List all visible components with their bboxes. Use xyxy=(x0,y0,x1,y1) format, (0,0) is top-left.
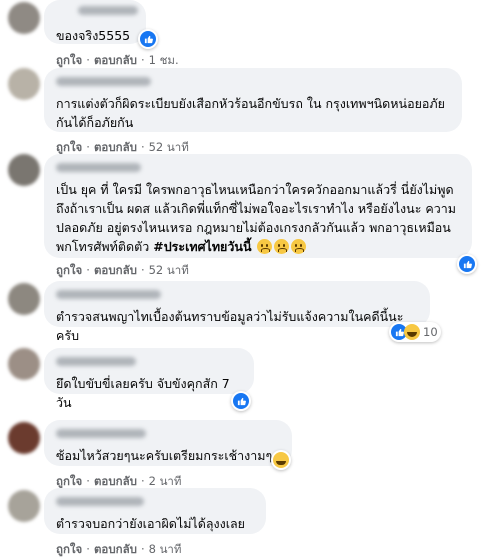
like-button[interactable]: ถูกใจ xyxy=(56,542,82,556)
reply-button[interactable]: ตอบกลับ xyxy=(94,53,137,67)
like-button[interactable]: ถูกใจ xyxy=(56,53,82,67)
reaction-badge[interactable]: 10 xyxy=(389,322,441,342)
comment-bubble: ตำรวจบอกว่ายังเอาผิดไม่ได้ลุงงเลย xyxy=(44,488,266,534)
grin-emoji-icon xyxy=(273,452,289,468)
comment-time[interactable]: 52 นาที xyxy=(149,140,189,154)
like-icon xyxy=(233,393,249,409)
comment-time[interactable]: 2 นาที xyxy=(149,474,182,488)
avatar[interactable] xyxy=(8,490,40,522)
avatar[interactable] xyxy=(8,154,40,186)
reply-button[interactable]: ตอบกลับ xyxy=(94,263,137,277)
comment-time[interactable]: 8 นาที xyxy=(149,542,182,556)
reply-button[interactable]: ตอบกลับ xyxy=(94,140,137,154)
sad-emoji-icon xyxy=(274,239,290,254)
reply-button[interactable]: ตอบกลับ xyxy=(94,542,137,556)
comment-time[interactable]: 1 ชม. xyxy=(149,53,179,67)
comment-text: ตำรวจสนพญาไทเบื้องต้นทราบข้อมูลว่าไม่รับ… xyxy=(56,309,404,343)
comment-text: เป็น ยุค ที่ ใครมี ใครพกอาวุธไหนเหนือกว่… xyxy=(56,182,457,254)
commenter-name[interactable] xyxy=(56,163,141,172)
comment-text: การแต่งตัวก็ผิดระเบียบยังเสือกหัวร้อนอีก… xyxy=(56,96,445,130)
commenter-name[interactable] xyxy=(56,290,161,299)
avatar[interactable] xyxy=(8,422,40,454)
comment-bubble: การแต่งตัวก็ผิดระเบียบยังเสือกหัวร้อนอีก… xyxy=(44,68,462,132)
comment-bubble: ซ้อมไหว้สวยๆนะครับเตรียมกระเช้างามๆ xyxy=(44,420,292,466)
sad-emoji-icon xyxy=(291,239,307,254)
avatar[interactable] xyxy=(8,2,40,34)
reaction-count: 10 xyxy=(423,325,438,339)
comment-actions: ถูกใจ · ตอบกลับ · 52 นาที xyxy=(56,263,189,277)
avatar[interactable] xyxy=(8,283,40,315)
comment-bubble: ของจริง5555 xyxy=(44,0,146,44)
reply-button[interactable]: ตอบกลับ xyxy=(94,474,137,488)
hashtag-link[interactable]: #ประเทศไทยวันนี้ xyxy=(153,239,251,254)
sad-emoji-icon xyxy=(257,239,273,254)
reaction-badge[interactable] xyxy=(457,254,477,274)
like-button[interactable]: ถูกใจ xyxy=(56,474,82,488)
commenter-name[interactable] xyxy=(56,77,151,86)
comment-text: ของจริง5555 xyxy=(56,28,131,43)
comment-bubble: เป็น ยุค ที่ ใครมี ใครพกอาวุธไหนเหนือกว่… xyxy=(44,154,472,258)
avatar[interactable] xyxy=(8,348,40,380)
avatar[interactable] xyxy=(8,68,40,100)
haha-icon xyxy=(404,324,420,340)
commenter-name[interactable] xyxy=(56,357,136,366)
commenter-name[interactable] xyxy=(56,497,144,506)
like-button[interactable]: ถูกใจ xyxy=(56,140,82,154)
comment-bubble: ตำรวจสนพญาไทเบื้องต้นทราบข้อมูลว่าไม่รับ… xyxy=(44,281,430,343)
reaction-badge[interactable] xyxy=(271,450,291,470)
comment-text: ยึดใบขับขี่เลยครับ จับขังคุกสัก 7 วัน xyxy=(56,376,230,410)
comment-actions: ถูกใจ · ตอบกลับ · 8 นาที xyxy=(56,542,182,556)
like-icon xyxy=(459,256,475,272)
like-button[interactable]: ถูกใจ xyxy=(56,263,82,277)
reaction-badge[interactable] xyxy=(138,29,158,49)
comment-text: ตำรวจบอกว่ายังเอาผิดไม่ได้ลุงงเลย xyxy=(56,516,245,531)
comment-text: ซ้อมไหว้สวยๆนะครับเตรียมกระเช้างามๆ xyxy=(56,448,273,463)
commenter-name[interactable] xyxy=(78,6,138,15)
reaction-badge[interactable] xyxy=(231,391,251,411)
comment-time[interactable]: 52 นาที xyxy=(149,263,189,277)
comment-bubble: ยึดใบขับขี่เลยครับ จับขังคุกสัก 7 วัน xyxy=(44,348,254,410)
like-icon xyxy=(140,31,156,47)
commenter-name[interactable] xyxy=(56,429,146,438)
